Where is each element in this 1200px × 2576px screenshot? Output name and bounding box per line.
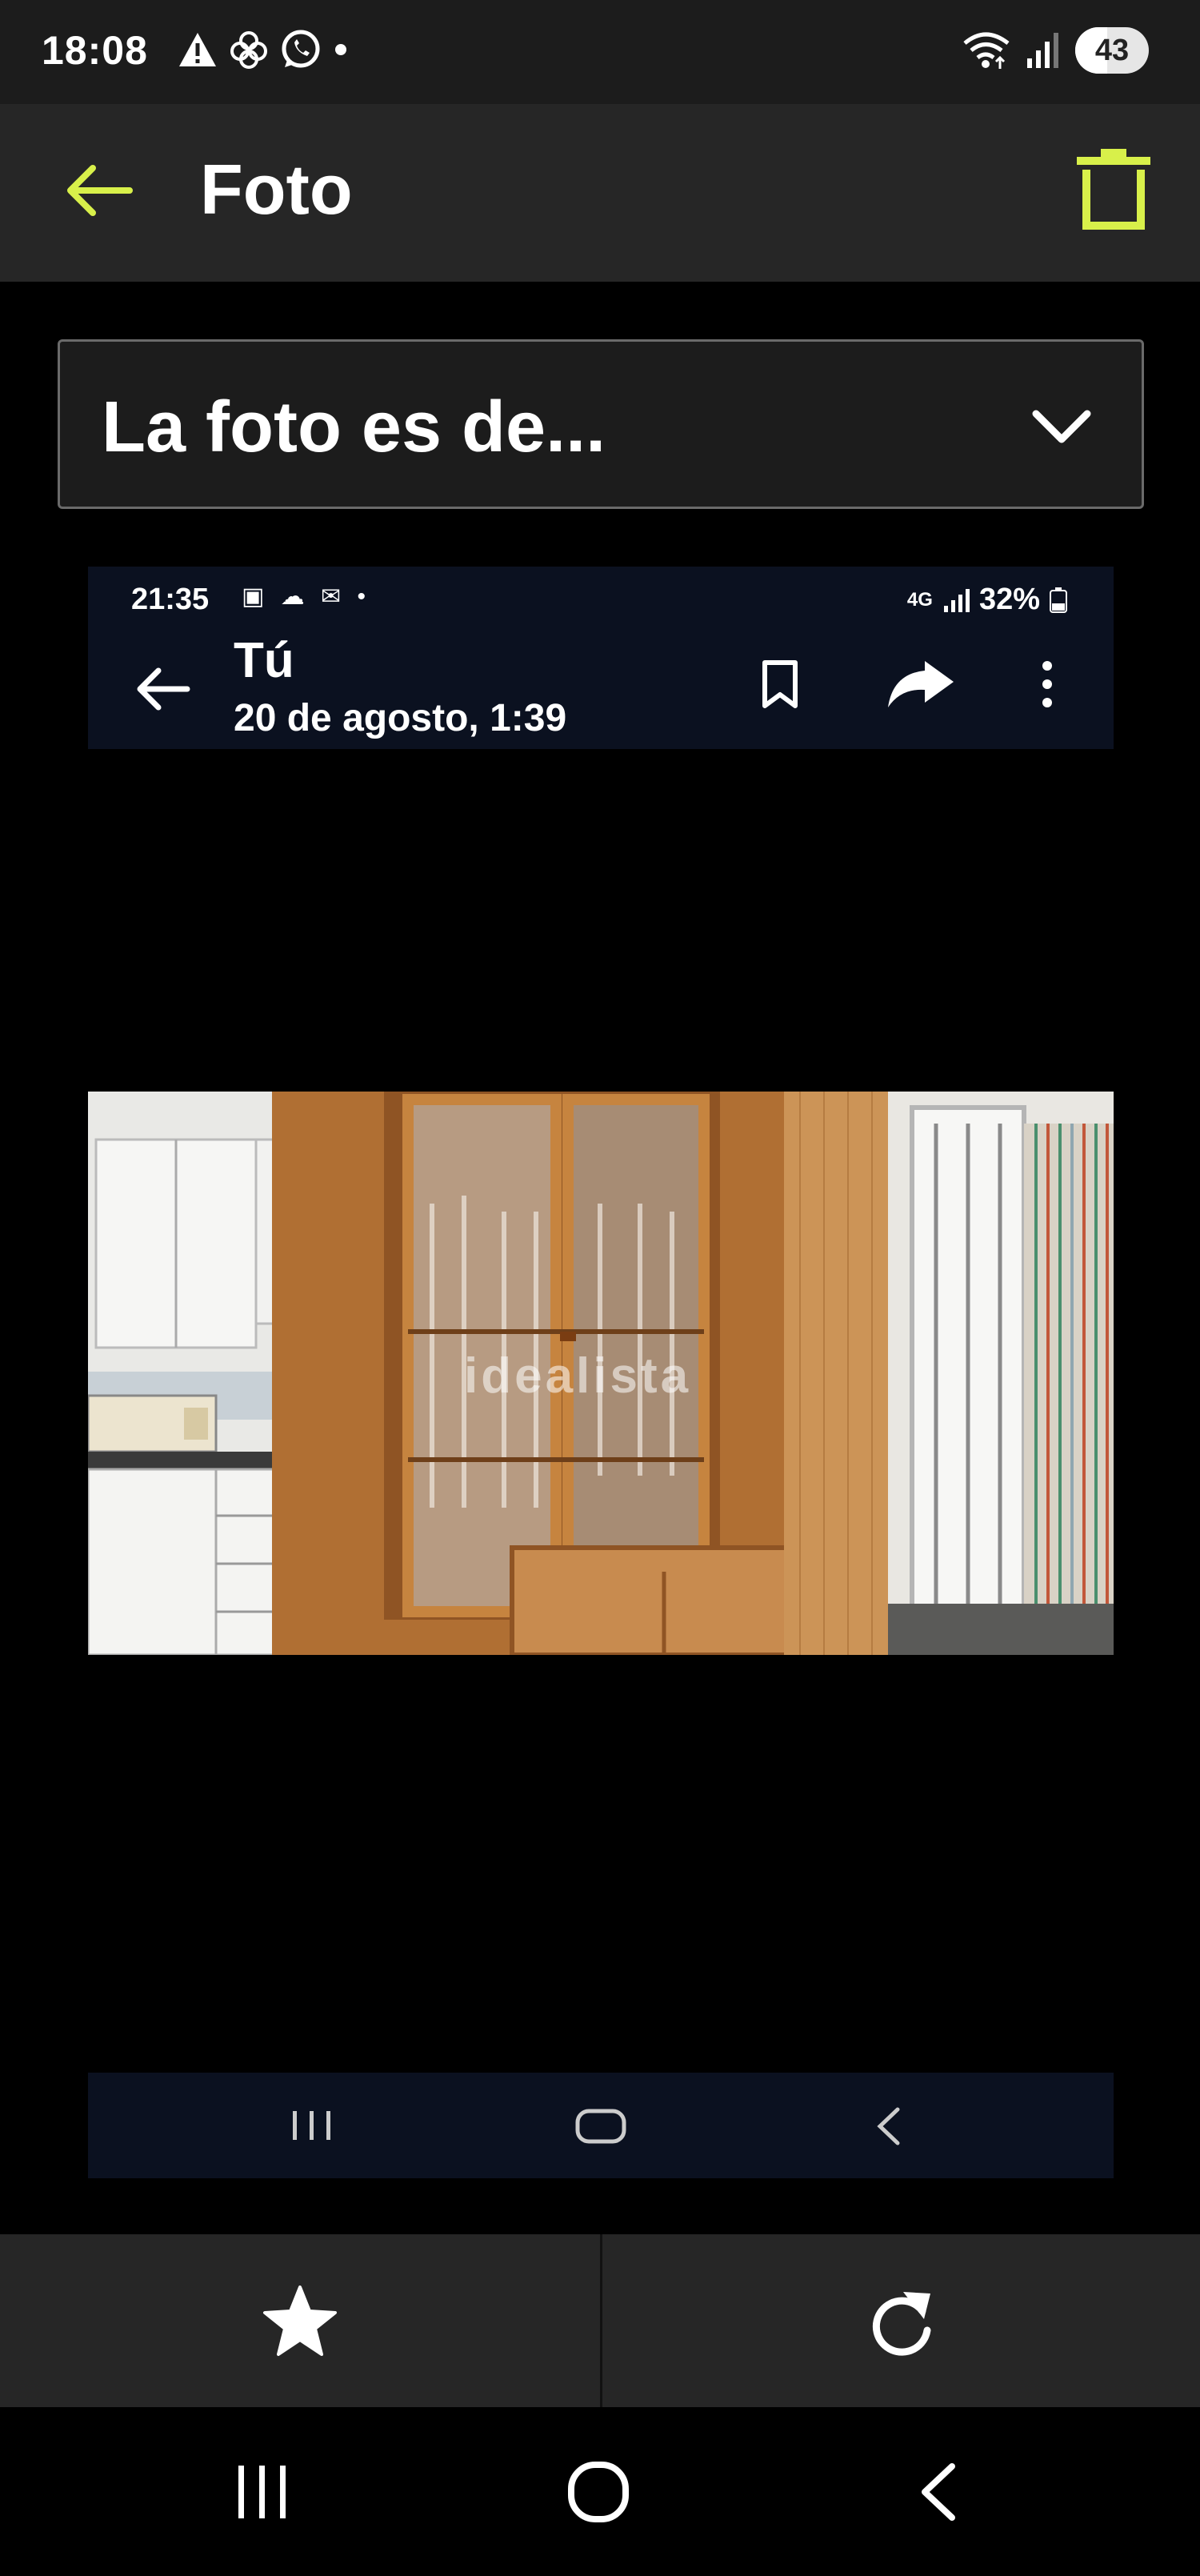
embedded-sender-name: Tú xyxy=(234,633,294,688)
status-bar: 18:08 43 xyxy=(0,0,1200,104)
trash-icon[interactable] xyxy=(1072,146,1155,234)
back-arrow-icon[interactable] xyxy=(61,152,138,229)
battery-indicator: 43 xyxy=(1075,27,1149,74)
rotate-icon xyxy=(872,2292,931,2356)
kitchen-photo: idealista xyxy=(88,1092,1114,1655)
warning-icon xyxy=(179,33,216,66)
app-bar: Foto xyxy=(0,104,1200,282)
embedded-bookmark-icon xyxy=(762,660,798,708)
recents-button[interactable] xyxy=(182,2407,342,2576)
embedded-back-icon xyxy=(137,667,190,711)
embedded-network: 4G xyxy=(906,588,933,611)
embedded-back-nav-icon xyxy=(877,2107,900,2145)
system-nav-bar xyxy=(0,2407,1200,2576)
home-icon xyxy=(568,2461,629,2522)
signal-icon xyxy=(1027,33,1058,68)
embedded-status-bar: 21:35 ▣ ☁ ✉ • 4G 32% xyxy=(88,567,1114,632)
status-time: 18:08 xyxy=(42,28,148,73)
status-system-icons: 43 xyxy=(962,27,1149,74)
more-notifications-icon xyxy=(335,44,346,55)
chevron-down-icon xyxy=(1032,410,1091,443)
photo-source-dropdown[interactable]: La foto es de... xyxy=(58,339,1144,509)
whatsapp-icon xyxy=(282,30,320,68)
flower-icon xyxy=(230,31,267,69)
embedded-nav-bar xyxy=(88,2073,1114,2178)
photo-watermark: idealista xyxy=(464,1348,692,1404)
embedded-more-icon xyxy=(1042,661,1052,707)
photo-actions-bar xyxy=(0,2234,1200,2407)
embedded-battery: 32% xyxy=(978,583,1040,616)
favorite-button[interactable] xyxy=(0,2234,600,2407)
home-button[interactable] xyxy=(518,2407,678,2576)
photo-preview: 21:35 ▣ ☁ ✉ • 4G 32% Tú 20 de agosto, 1:… xyxy=(88,567,1114,2178)
embedded-battery-icon xyxy=(1050,587,1067,613)
back-icon xyxy=(922,2462,955,2521)
wifi-icon xyxy=(963,32,1010,69)
star-icon xyxy=(263,2286,337,2356)
page-title: Foto xyxy=(200,150,353,229)
embedded-chat-header: Tú 20 de agosto, 1:39 xyxy=(88,632,1114,749)
embedded-status-right: 4G 32% xyxy=(907,583,1067,617)
embedded-recents-icon xyxy=(293,2111,330,2140)
rotate-button[interactable] xyxy=(602,2234,1200,2407)
embedded-home-icon xyxy=(575,2109,626,2144)
battery-level: 43 xyxy=(1094,34,1130,67)
embedded-notification-icons: ▣ ☁ ✉ • xyxy=(242,583,370,610)
status-notification-icons xyxy=(178,29,349,70)
embedded-status-time: 21:35 xyxy=(131,583,210,616)
recents-icon xyxy=(238,2465,286,2518)
embedded-share-icon xyxy=(888,661,954,707)
embedded-signal-icon xyxy=(943,588,970,612)
dropdown-selected-value: La foto es de... xyxy=(102,387,606,467)
embedded-message-date: 20 de agosto, 1:39 xyxy=(234,697,567,739)
back-button[interactable] xyxy=(858,2407,1018,2576)
